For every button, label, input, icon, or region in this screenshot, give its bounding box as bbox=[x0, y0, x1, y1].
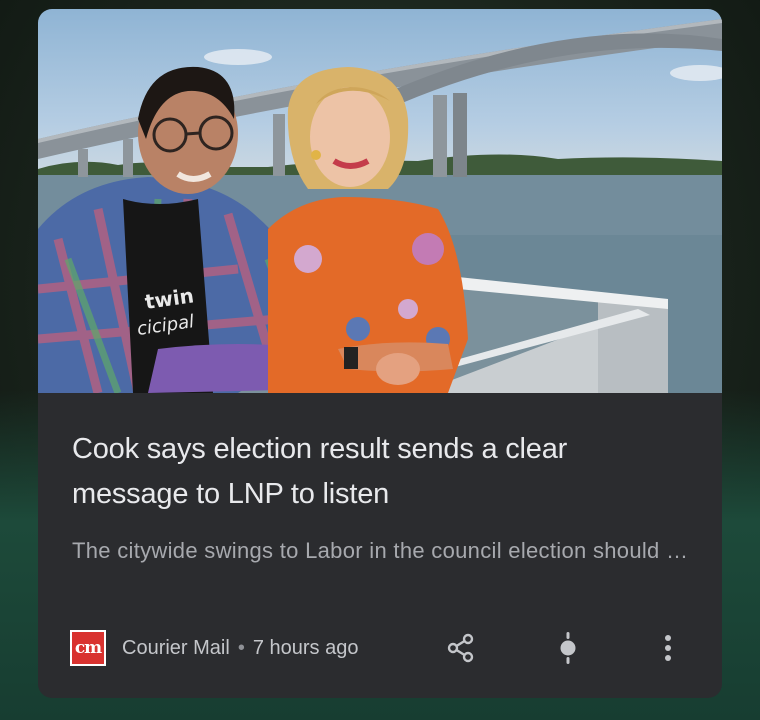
share-button[interactable] bbox=[441, 629, 481, 667]
article-image[interactable]: twin cicipal bbox=[38, 9, 722, 393]
article-snippet[interactable]: The citywide swings to Labor in the coun… bbox=[72, 533, 688, 568]
focus-button[interactable] bbox=[548, 629, 588, 667]
card-footer: cm Courier Mail • 7 hours ago bbox=[70, 629, 688, 667]
more-vert-icon bbox=[665, 635, 671, 661]
card-actions bbox=[438, 629, 688, 667]
source-name[interactable]: Courier Mail bbox=[122, 637, 230, 660]
publish-time: 7 hours ago bbox=[252, 636, 359, 659]
source-logo[interactable]: cm bbox=[70, 630, 106, 666]
article-headline[interactable]: Cook says election result sends a clear … bbox=[72, 427, 688, 517]
news-card[interactable]: twin cicipal Cook says election result s… bbox=[38, 9, 722, 698]
article-photo: twin cicipal bbox=[38, 19, 722, 393]
lightbulb-icon bbox=[560, 632, 576, 664]
more-options-button[interactable] bbox=[648, 629, 688, 667]
share-icon bbox=[447, 633, 474, 663]
separator-dot: • bbox=[237, 636, 245, 659]
